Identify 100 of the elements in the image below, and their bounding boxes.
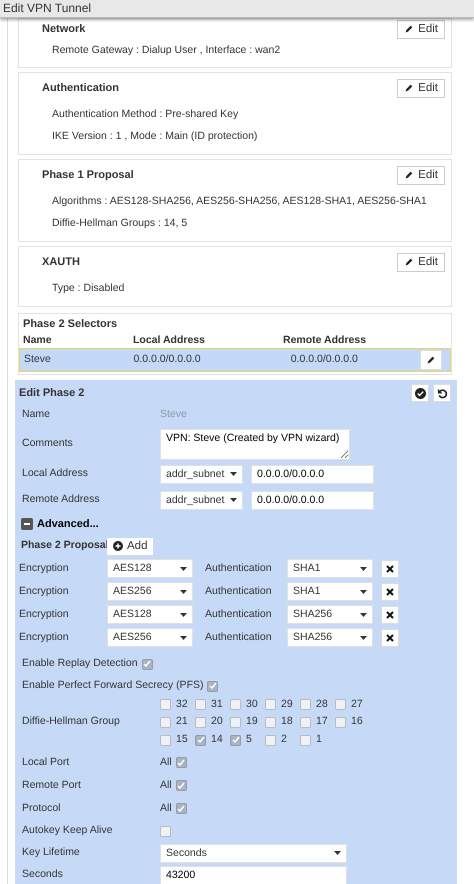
checkbox[interactable] xyxy=(176,780,187,792)
undo-icon xyxy=(436,388,448,399)
option-label: 15 xyxy=(176,732,188,748)
checkbox[interactable] xyxy=(335,716,346,728)
close-icon xyxy=(386,634,394,642)
edit-button[interactable]: Edit xyxy=(397,166,445,184)
checkbox[interactable] xyxy=(195,716,206,728)
option-label: 1 xyxy=(316,732,322,748)
option-label: 20 xyxy=(211,714,223,730)
checkbox[interactable] xyxy=(176,803,187,814)
check-circle-icon xyxy=(414,388,426,399)
field-label: Authentication xyxy=(204,630,273,645)
authentication-dropdown[interactable]: SHA256 xyxy=(287,628,373,648)
field-label: Key Lifetime xyxy=(21,845,81,860)
field-label: Comments xyxy=(21,436,74,452)
option-label: 28 xyxy=(316,696,328,712)
value-text: All xyxy=(160,754,172,770)
checkbox[interactable] xyxy=(265,716,276,728)
checkbox[interactable] xyxy=(300,734,311,746)
type-dropdown[interactable]: addr_subnet xyxy=(160,464,243,484)
table-cell-text: 0.0.0.0/0.0.0.0 xyxy=(290,352,359,368)
field-label: Enable Replay Detection xyxy=(21,656,138,672)
type-dropdown[interactable]: addr_subnet xyxy=(160,490,243,510)
field-label: Authentication xyxy=(204,560,273,576)
pencil-icon xyxy=(426,355,436,366)
table-row[interactable]: Steve 0.0.0.0/0.0.0.0 0.0.0.0/0.0.0.0 xyxy=(19,348,451,372)
undo-button[interactable] xyxy=(433,384,451,402)
option-label: 5 xyxy=(246,732,252,748)
close-icon xyxy=(386,588,394,596)
field-label: Authentication xyxy=(204,606,273,622)
authentication-dropdown[interactable]: SHA1 xyxy=(287,559,373,578)
caret-icon xyxy=(360,590,367,594)
info-text: Remote Gateway : Dialup User , Interface : wan2 xyxy=(51,43,282,58)
checkbox[interactable] xyxy=(160,716,171,728)
remove-button[interactable] xyxy=(381,628,399,647)
option-label: 32 xyxy=(176,696,188,712)
option-label: 17 xyxy=(316,714,328,730)
option-label: 21 xyxy=(176,714,188,730)
field-label: Encryption xyxy=(19,606,70,622)
field-label: Authentication xyxy=(204,584,273,599)
field-label: Protocol xyxy=(21,800,62,816)
checkbox[interactable] xyxy=(230,734,241,746)
close-icon xyxy=(386,610,394,619)
remove-button[interactable] xyxy=(381,582,399,601)
pencil-icon xyxy=(404,24,414,34)
address-field[interactable]: 0.0.0.0/0.0.0.0 xyxy=(251,464,374,484)
checkbox[interactable] xyxy=(335,699,346,710)
column-header: Local Address xyxy=(133,332,206,348)
checkbox[interactable] xyxy=(195,734,206,746)
table-cell-text: 0.0.0.0/0.0.0.0 xyxy=(133,352,202,368)
remove-button[interactable] xyxy=(381,606,399,624)
encryption-dropdown[interactable]: AES256 xyxy=(107,628,193,648)
info-text: Algorithms : AES128-SHA256, AES256-SHA256, AES128-SHA1, AES256-SHA1 xyxy=(51,194,428,209)
encryption-dropdown[interactable]: AES128 xyxy=(107,559,193,578)
section-title: Network xyxy=(42,22,86,37)
encryption-dropdown[interactable]: AES256 xyxy=(107,582,193,602)
checkbox[interactable] xyxy=(265,699,276,710)
checkbox[interactable] xyxy=(160,699,171,710)
edit-button[interactable] xyxy=(420,350,442,370)
seconds-field[interactable]: 43200 xyxy=(160,866,347,884)
option-label: 14 xyxy=(211,732,223,748)
caret-icon xyxy=(180,590,187,594)
add-button[interactable]: Add xyxy=(107,538,154,555)
lifetime-dropdown[interactable]: Seconds xyxy=(160,844,347,863)
field-label: Enable Perfect Forward Secrecy (PFS) xyxy=(21,678,204,694)
caret-icon xyxy=(230,472,237,476)
field-label: Local Address xyxy=(21,466,89,482)
checkbox[interactable] xyxy=(160,826,171,837)
checkbox[interactable] xyxy=(230,716,241,728)
comments-field[interactable]: VPN: Steve (Created by VPN wizard) xyxy=(160,428,350,460)
option-label: 16 xyxy=(351,714,363,730)
pencil-icon xyxy=(404,83,414,93)
checkbox[interactable] xyxy=(142,658,153,670)
column-header: Remote Address xyxy=(283,332,368,348)
checkbox[interactable] xyxy=(265,734,276,746)
field-label: Diffie-Hellman Group xyxy=(21,714,121,730)
advanced-toggle[interactable]: Advanced... xyxy=(21,516,99,532)
authentication-dropdown[interactable]: SHA256 xyxy=(287,605,373,624)
encryption-dropdown[interactable]: AES128 xyxy=(107,605,193,624)
remove-button[interactable] xyxy=(381,560,399,578)
checkbox[interactable] xyxy=(195,699,206,710)
edit-button[interactable]: Edit xyxy=(397,78,445,98)
checkbox[interactable] xyxy=(176,757,187,768)
authentication-dropdown[interactable]: SHA1 xyxy=(287,582,373,602)
name-value: Steve xyxy=(160,407,187,422)
checkbox[interactable] xyxy=(300,716,311,728)
address-field[interactable]: 0.0.0.0/0.0.0.0 xyxy=(251,490,374,510)
checkbox[interactable] xyxy=(230,699,241,710)
checkbox[interactable] xyxy=(207,680,218,692)
column-header: Name xyxy=(23,332,53,348)
confirm-button[interactable] xyxy=(411,384,429,402)
option-label: 29 xyxy=(281,696,293,712)
option-label: 2 xyxy=(281,732,287,748)
plus-circle-icon xyxy=(113,541,123,552)
section-title: Edit Phase 2 xyxy=(19,386,84,401)
checkbox[interactable] xyxy=(160,734,171,746)
edit-button[interactable]: Edit xyxy=(397,252,445,272)
edit-button[interactable]: Edit xyxy=(397,20,445,38)
checkbox[interactable] xyxy=(300,699,311,710)
info-text: IKE Version : 1 , Mode : Main (ID protection) xyxy=(51,129,258,144)
